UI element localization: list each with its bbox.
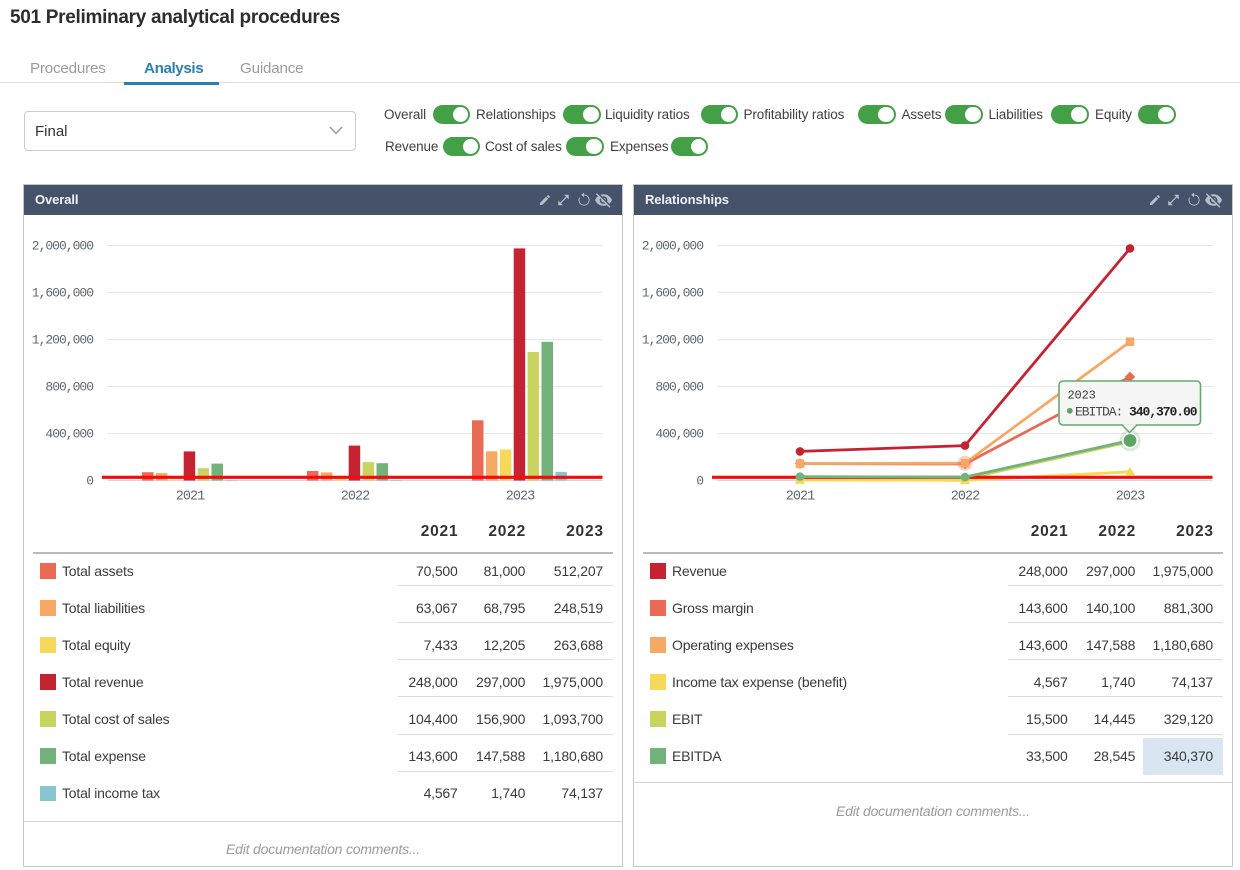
svg-text:2022: 2022 — [951, 489, 980, 504]
svg-text:1,200,000: 1,200,000 — [642, 332, 703, 347]
svg-text:2,000,000: 2,000,000 — [32, 238, 93, 253]
svg-text:800,000: 800,000 — [45, 379, 93, 394]
svg-text:1,200,000: 1,200,000 — [32, 332, 93, 347]
svg-text:2021: 2021 — [176, 489, 205, 504]
svg-text:0: 0 — [696, 473, 703, 488]
svg-text:800,000: 800,000 — [655, 379, 703, 394]
svg-text:0: 0 — [86, 473, 93, 488]
svg-text:400,000: 400,000 — [655, 426, 703, 441]
svg-text:2022: 2022 — [341, 489, 370, 504]
svg-text:2023: 2023 — [1116, 489, 1145, 504]
svg-text:2021: 2021 — [786, 489, 815, 504]
svg-text:2,000,000: 2,000,000 — [642, 238, 703, 253]
svg-text:2023: 2023 — [1068, 388, 1096, 402]
svg-text:2023: 2023 — [506, 489, 535, 504]
svg-text:EBITDA: 340,370.00: EBITDA: 340,370.00 — [1075, 404, 1198, 419]
svg-text:1,600,000: 1,600,000 — [32, 285, 93, 300]
svg-text:400,000: 400,000 — [45, 426, 93, 441]
svg-text:1,600,000: 1,600,000 — [642, 285, 703, 300]
